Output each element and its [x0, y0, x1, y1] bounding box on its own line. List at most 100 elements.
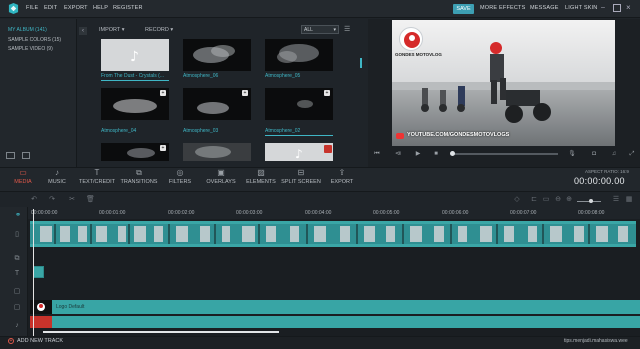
thumb-caption: Atmosphere_03	[183, 128, 219, 134]
media-thumb[interactable]	[183, 143, 251, 161]
video-clip[interactable]	[30, 221, 636, 247]
add-folder-icon[interactable]	[6, 152, 15, 159]
menu-edit[interactable]: EDIT	[44, 5, 57, 11]
message-button[interactable]: MESSAGE	[530, 5, 559, 11]
pip-track-icon[interactable]: ⧉	[13, 255, 21, 263]
preview-scrubber[interactable]	[452, 153, 558, 155]
media-thumb[interactable]: ♪	[265, 143, 333, 161]
stop-icon[interactable]: ■	[432, 150, 440, 158]
tab-text-credit[interactable]: T TEXT/CREDIT	[77, 168, 117, 185]
menu-help[interactable]: HELP	[93, 5, 108, 11]
undo-icon[interactable]: ↶	[30, 196, 38, 204]
split-screen-icon: ⊟	[297, 168, 305, 177]
timeline-list-icon[interactable]: ☰	[612, 196, 620, 204]
import-label: IMPORT	[99, 27, 121, 33]
media-thumb[interactable]	[101, 143, 169, 161]
music-track-icon[interactable]: ♪	[13, 322, 21, 330]
sidebar-item-my-album[interactable]: MY ALBUM (141)	[8, 27, 47, 33]
tab-label: MUSIC	[48, 179, 66, 185]
tab-transitions[interactable]: ⧉ TRANSITIONS	[119, 168, 159, 185]
tab-export[interactable]: ⇪ EXPORT	[322, 168, 362, 185]
zoom-out-icon[interactable]: ⊖	[554, 196, 562, 204]
selection-underline	[265, 135, 333, 136]
timeline-grid-icon[interactable]: ▦	[625, 196, 633, 204]
video-preview[interactable]	[392, 20, 615, 146]
title-clip[interactable]	[30, 300, 640, 314]
redo-icon[interactable]: ↷	[48, 196, 56, 204]
video-track-icon[interactable]: ▯	[13, 231, 21, 239]
media-thumb[interactable]: ♪	[101, 39, 169, 71]
smoke-image	[195, 146, 231, 158]
timeline-scrollbar[interactable]	[43, 331, 279, 333]
media-thumb[interactable]	[265, 88, 333, 120]
microphone-icon[interactable]: 🎙	[568, 150, 576, 158]
menu-export[interactable]: EXPORT	[64, 5, 88, 11]
delete-icon[interactable]: 🗑	[86, 196, 95, 204]
app-logo-icon	[8, 3, 19, 14]
add-to-timeline-icon[interactable]: +	[160, 90, 166, 96]
audio-track-icon[interactable]: ▢	[13, 304, 21, 312]
record-button[interactable]: RECORD ▾	[145, 27, 173, 33]
skip-back-icon[interactable]: ⏮	[373, 150, 381, 158]
close-icon[interactable]: ×	[626, 4, 634, 12]
media-thumb[interactable]	[183, 39, 251, 71]
marker-icon[interactable]: ◇	[513, 196, 521, 204]
text-track-icon[interactable]: T	[13, 270, 21, 278]
music-note-icon: ♪	[295, 147, 303, 161]
tab-label: TRANSITIONS	[120, 179, 158, 185]
overlay-track-icon[interactable]: ▢	[13, 288, 21, 296]
library-scrollbar[interactable]	[360, 58, 362, 68]
filter-select[interactable]: ALL ▾	[301, 25, 339, 34]
maximize-icon[interactable]	[613, 4, 621, 12]
cut-icon[interactable]: ✂	[68, 196, 76, 204]
playhead[interactable]	[33, 209, 34, 339]
snapshot-icon[interactable]: ◘	[590, 150, 598, 158]
add-to-timeline-icon[interactable]: +	[324, 90, 330, 96]
timecode-display: 00:00:00.00	[574, 176, 625, 186]
add-track-icon[interactable]: +	[8, 338, 14, 344]
add-to-timeline-icon[interactable]: +	[242, 90, 248, 96]
volume-icon[interactable]: ♫	[610, 150, 618, 158]
tab-music[interactable]: ♪ MUSIC	[37, 168, 77, 185]
more-effects-button[interactable]: MORE EFFECTS	[480, 5, 525, 11]
light-skin-button[interactable]: LIGHT SKIN	[565, 5, 597, 11]
add-to-timeline-icon[interactable]: +	[160, 145, 166, 151]
subscribe-clip[interactable]	[30, 316, 640, 328]
tab-label: EXPORT	[330, 179, 354, 185]
tab-filters[interactable]: ◎ FILTERS	[160, 168, 200, 185]
save-button[interactable]: SAVE	[453, 4, 474, 14]
ruler-tick: 00:00:01:00	[99, 210, 126, 216]
menu-register[interactable]: REGISTER	[113, 5, 143, 11]
tab-label: FILTERS	[168, 179, 192, 185]
media-thumb[interactable]	[183, 88, 251, 120]
title-clip-label: Logo Default	[56, 304, 85, 310]
play-icon[interactable]: ▶	[414, 150, 422, 158]
list-view-icon[interactable]: ☰	[344, 26, 352, 33]
collapse-sidebar-icon[interactable]: ‹	[79, 27, 87, 35]
sidebar-item-sample-video[interactable]: SAMPLE VIDEO (9)	[8, 46, 53, 52]
prev-frame-icon[interactable]: ⧏	[394, 150, 402, 158]
sidebar-item-sample-colors[interactable]: SAMPLE COLORS (15)	[8, 37, 61, 43]
media-thumb[interactable]	[265, 39, 333, 71]
fit-icon[interactable]: ▭	[542, 196, 550, 204]
aspect-ratio[interactable]: ASPECT RATIO: 16:9	[585, 169, 629, 174]
minimize-icon[interactable]: –	[601, 4, 609, 12]
zoom-handle[interactable]	[589, 199, 593, 203]
ruler-tick: 00:00:08:00	[578, 210, 605, 216]
tab-elements[interactable]: ▨ ELEMENTS	[241, 168, 281, 185]
zoom-in-icon[interactable]: ⊕	[565, 196, 573, 204]
tab-split-screen[interactable]: ⊟ SPLIT SCREEN	[281, 168, 321, 185]
audio-clip[interactable]	[33, 266, 44, 278]
fullscreen-icon[interactable]: ⤢	[628, 150, 636, 158]
remove-folder-icon[interactable]	[22, 152, 30, 159]
snap-icon[interactable]: ⊏	[530, 196, 538, 204]
import-button[interactable]: IMPORT ▾	[99, 27, 125, 33]
media-thumb[interactable]	[101, 88, 169, 120]
menu-file[interactable]: FILE	[26, 5, 38, 11]
channel-name: GONDES MOTOVLOG	[395, 52, 442, 57]
add-new-track-button[interactable]: ADD NEW TRACK	[17, 338, 63, 344]
link-icon[interactable]: ⚭	[14, 212, 22, 220]
scrubber-handle[interactable]	[450, 151, 455, 156]
tab-overlays[interactable]: ▣ OVERLAYS	[201, 168, 241, 185]
music-note-icon: ♪	[130, 49, 139, 65]
